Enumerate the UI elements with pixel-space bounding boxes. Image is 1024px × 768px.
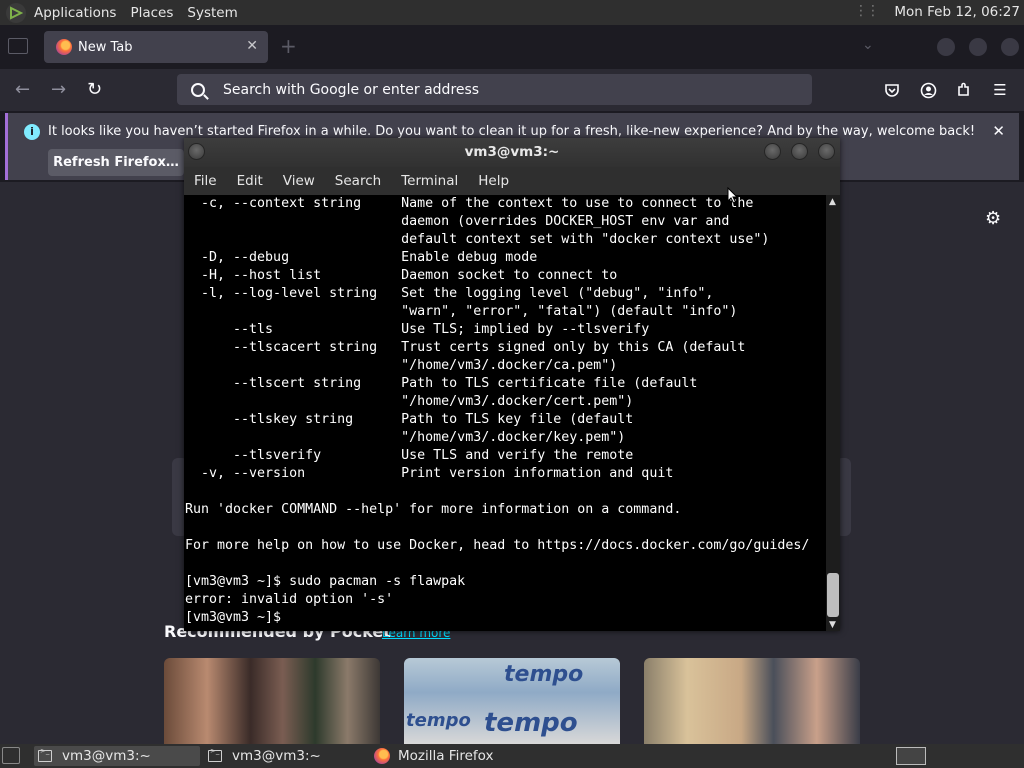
- pocket-icon[interactable]: [883, 81, 901, 99]
- card-logo-text: tempo: [406, 710, 471, 731]
- menu-view[interactable]: View: [273, 173, 325, 189]
- terminal-line: -D, --debug Enable debug mode: [185, 250, 538, 265]
- pocket-story-card[interactable]: tempo tempo tempo: [404, 658, 620, 744]
- distro-logo-icon[interactable]: [6, 2, 26, 23]
- panel-handle-icon[interactable]: ⋮⋮: [854, 3, 880, 19]
- forward-arrow-icon[interactable]: →: [51, 79, 66, 100]
- taskbar-item-label: Mozilla Firefox: [398, 748, 494, 764]
- minimize-window-icon[interactable]: [937, 38, 955, 56]
- taskbar-item-label: vm3@vm3:~: [232, 748, 321, 764]
- taskbar-item-terminal-2[interactable]: vm3@vm3:~: [204, 746, 364, 766]
- firefox-nav-bar: ← → ↻ Search with Google or enter addres…: [0, 69, 1024, 111]
- terminal-scrollbar[interactable]: ▲ ▼: [826, 195, 840, 631]
- terminal-line: "/home/vm3/.docker/cert.pem"): [185, 394, 634, 409]
- notification-message: It looks like you haven’t started Firefo…: [48, 124, 976, 139]
- taskbar-item-label: vm3@vm3:~: [62, 748, 151, 764]
- extensions-icon[interactable]: [955, 81, 973, 99]
- minimize-icon[interactable]: [764, 143, 781, 160]
- new-tab-icon[interactable]: +: [280, 36, 297, 56]
- close-notification-icon[interactable]: ✕: [992, 122, 1005, 140]
- list-all-tabs-icon[interactable]: ⌄: [862, 37, 878, 53]
- tab-list-icon[interactable]: [8, 38, 28, 54]
- taskbar-item-firefox[interactable]: Mozilla Firefox: [372, 746, 552, 766]
- terminal-line: error: invalid option '-s': [185, 592, 394, 607]
- terminal-output[interactable]: -c, --context string Name of the context…: [184, 195, 826, 631]
- card-logo-text: tempo: [504, 662, 584, 687]
- maximize-window-icon[interactable]: [969, 38, 987, 56]
- reload-icon[interactable]: ↻: [87, 79, 102, 100]
- search-icon: [191, 82, 205, 97]
- terminal-menubar: File Edit View Search Terminal Help: [184, 167, 840, 195]
- pocket-story-card[interactable]: [644, 658, 860, 744]
- refresh-firefox-button[interactable]: Refresh Firefox…: [48, 149, 184, 176]
- terminal-line: --tlscacert string Trust certs signed on…: [185, 340, 746, 355]
- scrollbar-thumb[interactable]: [827, 573, 839, 617]
- tab-new-tab[interactable]: New Tab ✕: [44, 31, 268, 63]
- terminal-line: default context set with "docker context…: [185, 232, 770, 247]
- terminal-line: [vm3@vm3 ~]$: [185, 610, 290, 625]
- close-icon[interactable]: [818, 143, 835, 160]
- taskbar-item-terminal-1[interactable]: vm3@vm3:~: [34, 746, 200, 766]
- info-icon: i: [24, 124, 40, 140]
- hamburger-menu-icon[interactable]: ☰: [991, 81, 1009, 99]
- clock[interactable]: Mon Feb 12, 06:27: [894, 4, 1020, 20]
- window-menu-icon[interactable]: [188, 143, 205, 160]
- top-panel: Applications Places System ⋮⋮ Mon Feb 12…: [0, 0, 1024, 25]
- firefox-tab-bar: New Tab ✕ + ⌄: [0, 25, 1024, 69]
- terminal-line: [vm3@vm3 ~]$ sudo pacman -s flawpak: [185, 574, 466, 589]
- card-logo-text: tempo: [484, 708, 578, 738]
- terminal-window[interactable]: vm3@vm3:~ File Edit View Search Terminal…: [184, 138, 840, 631]
- maximize-icon[interactable]: [791, 143, 808, 160]
- menu-edit[interactable]: Edit: [227, 173, 273, 189]
- terminal-line: "/home/vm3/.docker/key.pem"): [185, 430, 626, 445]
- terminal-line: For more help on how to use Docker, head…: [185, 538, 810, 553]
- menu-file[interactable]: File: [184, 173, 227, 189]
- tab-title: New Tab: [78, 39, 133, 55]
- terminal-line: "warn", "error", "fatal") (default "info…: [185, 304, 738, 319]
- terminal-line: --tlscert string Path to TLS certificate…: [185, 376, 698, 391]
- terminal-line: -v, --version Print version information …: [185, 466, 674, 481]
- terminal-icon: [208, 747, 222, 762]
- menu-applications[interactable]: Applications: [32, 5, 124, 21]
- terminal-line: Run 'docker COMMAND --help' for more inf…: [185, 502, 682, 517]
- pocket-story-card[interactable]: [164, 658, 380, 744]
- bottom-taskbar: vm3@vm3:~ vm3@vm3:~ Mozilla Firefox: [0, 744, 1024, 768]
- scroll-up-icon[interactable]: ▲: [829, 197, 836, 207]
- mouse-cursor-icon: [727, 187, 738, 204]
- terminal-line: -H, --host list Daemon socket to connect…: [185, 268, 618, 283]
- terminal-line: -l, --log-level string Set the logging l…: [185, 286, 714, 301]
- terminal-line: --tlsverify Use TLS and verify the remot…: [185, 448, 634, 463]
- scroll-down-icon[interactable]: ▼: [829, 620, 836, 630]
- address-bar-placeholder: Search with Google or enter address: [223, 81, 480, 98]
- workspace-switcher[interactable]: [896, 747, 926, 765]
- menu-terminal[interactable]: Terminal: [391, 173, 468, 189]
- menu-help[interactable]: Help: [468, 173, 519, 189]
- terminal-title: vm3@vm3:~: [464, 144, 560, 160]
- terminal-line: --tlskey string Path to TLS key file (de…: [185, 412, 634, 427]
- menu-system[interactable]: System: [185, 5, 245, 21]
- terminal-titlebar[interactable]: vm3@vm3:~: [184, 138, 840, 167]
- close-tab-icon[interactable]: ✕: [246, 38, 258, 54]
- firefox-favicon-icon: [56, 39, 72, 55]
- menu-search[interactable]: Search: [325, 173, 391, 189]
- terminal-line: "/home/vm3/.docker/ca.pem"): [185, 358, 618, 373]
- close-window-icon[interactable]: [1001, 38, 1019, 56]
- personalize-gear-icon[interactable]: ⚙: [985, 208, 1001, 229]
- menu-places[interactable]: Places: [128, 5, 181, 21]
- show-desktop-icon[interactable]: [2, 747, 20, 764]
- address-bar[interactable]: Search with Google or enter address: [177, 74, 812, 105]
- terminal-line: daemon (overrides DOCKER_HOST env var an…: [185, 214, 730, 229]
- firefox-icon: [374, 748, 390, 764]
- terminal-icon: [38, 747, 52, 762]
- account-icon[interactable]: [919, 81, 937, 99]
- terminal-line: --tls Use TLS; implied by --tlsverify: [185, 322, 650, 337]
- back-arrow-icon[interactable]: ←: [15, 79, 30, 100]
